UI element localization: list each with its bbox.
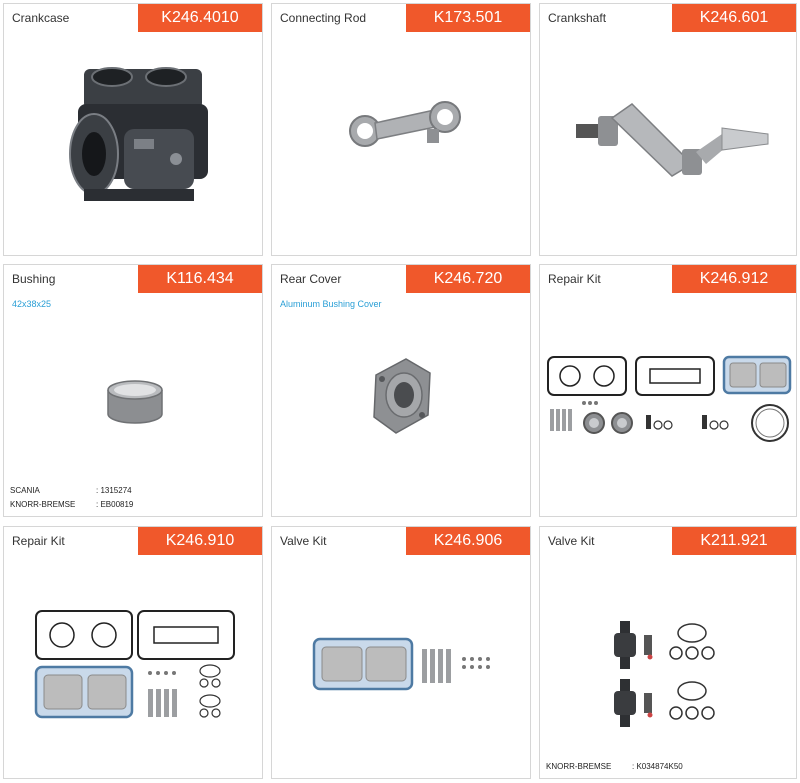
product-subtitle: Aluminum Bushing Cover bbox=[280, 299, 382, 309]
product-title: Crankshaft bbox=[548, 11, 607, 25]
product-title: Connecting Rod bbox=[280, 11, 367, 25]
reference-brand: KNORR-BREMSE bbox=[10, 500, 76, 509]
card-header: Crankshaft K246.601 bbox=[540, 4, 796, 32]
product-code-badge[interactable]: K211.921 bbox=[672, 527, 796, 555]
product-subtitle: 42x38x25 bbox=[12, 299, 52, 309]
product-code-badge[interactable]: K173.501 bbox=[406, 4, 530, 32]
product-card-valve-kit[interactable]: Valve Kit K246.906 bbox=[271, 526, 531, 779]
card-header: Bushing K116.434 bbox=[4, 265, 262, 293]
repair-kit-image bbox=[34, 610, 235, 719]
reference-number: : 1315274 bbox=[96, 486, 132, 495]
valve-kit-image bbox=[312, 637, 490, 691]
product-title: Valve Kit bbox=[548, 534, 595, 548]
product-code-badge[interactable]: K246.912 bbox=[672, 265, 796, 293]
product-title: Repair Kit bbox=[12, 534, 65, 548]
connecting-rod-image bbox=[349, 101, 461, 147]
crankshaft-image bbox=[576, 103, 769, 177]
product-card-repair-kit[interactable]: Repair Kit K246.912 bbox=[539, 264, 797, 517]
product-title: Valve Kit bbox=[280, 534, 327, 548]
valve-kit-image bbox=[614, 621, 715, 727]
product-code-badge[interactable]: K246.601 bbox=[672, 4, 796, 32]
product-code-badge[interactable]: K116.434 bbox=[138, 265, 262, 293]
card-header: Repair Kit K246.912 bbox=[540, 265, 796, 293]
product-code-badge[interactable]: K246.720 bbox=[406, 265, 530, 293]
reference-row: KNORR-BREMSE : EB00819 bbox=[10, 498, 133, 512]
product-title: Repair Kit bbox=[548, 272, 601, 286]
product-code-badge[interactable]: K246.906 bbox=[406, 527, 530, 555]
reference-list: KNORR-BREMSE : K034874K50 bbox=[546, 760, 683, 774]
product-card-repair-kit[interactable]: Repair Kit K246.910 bbox=[3, 526, 263, 779]
card-header: Valve Kit K211.921 bbox=[540, 527, 796, 555]
reference-brand: SCANIA bbox=[10, 486, 40, 495]
product-code-badge[interactable]: K246.910 bbox=[138, 527, 262, 555]
product-card-bushing[interactable]: Bushing K116.434 42x38x25 SCANIA : 13152… bbox=[3, 264, 263, 517]
reference-row: SCANIA : 1315274 bbox=[10, 484, 133, 498]
card-header: Rear Cover K246.720 bbox=[272, 265, 530, 293]
crankcase-image bbox=[69, 67, 208, 201]
reference-list: SCANIA : 1315274 KNORR-BREMSE : EB00819 bbox=[10, 484, 133, 512]
rear-cover-image bbox=[373, 358, 431, 434]
reference-number: : EB00819 bbox=[96, 500, 134, 509]
product-card-crankcase[interactable]: Crankcase K246.4010 bbox=[3, 3, 263, 256]
product-card-connecting-rod[interactable]: Connecting Rod K173.501 bbox=[271, 3, 531, 256]
card-header: Repair Kit K246.910 bbox=[4, 527, 262, 555]
reference-brand: KNORR-BREMSE bbox=[546, 762, 612, 771]
reference-row: KNORR-BREMSE : K034874K50 bbox=[546, 760, 683, 774]
product-title: Crankcase bbox=[12, 11, 70, 25]
product-title: Bushing bbox=[12, 272, 56, 286]
product-card-crankshaft[interactable]: Crankshaft K246.601 bbox=[539, 3, 797, 256]
card-header: Connecting Rod K173.501 bbox=[272, 4, 530, 32]
repair-kit-image bbox=[547, 355, 792, 442]
card-header: Crankcase K246.4010 bbox=[4, 4, 262, 32]
product-card-valve-kit[interactable]: Valve Kit K211.921 KNORR-BREMSE : K03487… bbox=[539, 526, 797, 779]
bushing-image bbox=[107, 380, 163, 424]
product-title: Rear Cover bbox=[280, 272, 342, 286]
product-code-badge[interactable]: K246.4010 bbox=[138, 4, 262, 32]
reference-number: : K034874K50 bbox=[632, 762, 683, 771]
product-card-rear-cover[interactable]: Rear Cover K246.720 Aluminum Bushing Cov… bbox=[271, 264, 531, 517]
card-header: Valve Kit K246.906 bbox=[272, 527, 530, 555]
